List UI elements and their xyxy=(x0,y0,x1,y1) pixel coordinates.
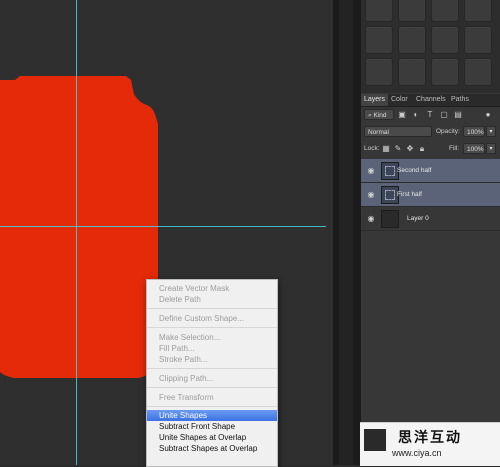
blend-row: Normal Opacity: 100% ▾ xyxy=(361,124,500,140)
adjustment-filter-icon[interactable]: ◐ xyxy=(411,110,421,120)
fill-dropdown[interactable]: ▾ xyxy=(486,143,496,154)
layer-0[interactable]: ◉ Layer 0 xyxy=(361,207,500,231)
fill-label: Fill: xyxy=(449,145,460,152)
swatch[interactable] xyxy=(365,58,393,86)
menu-separator xyxy=(147,406,277,407)
lock-all-icon[interactable]: 🔒︎ xyxy=(417,144,427,154)
fill-value: 100% xyxy=(467,146,484,153)
menu-item-free-transform[interactable]: Free Transform xyxy=(147,392,277,403)
blend-mode-select[interactable]: Normal xyxy=(364,126,432,137)
opacity-dropdown[interactable]: ▾ xyxy=(486,126,496,137)
eye-icon[interactable]: ◉ xyxy=(366,190,376,200)
tab-channels[interactable]: Channels xyxy=(413,94,449,106)
menu-item-subtract-front-shape[interactable]: Subtract Front Shape xyxy=(147,421,277,432)
opacity-field[interactable]: 100% xyxy=(463,126,485,137)
panel-tabs: Layers Color Channels Paths xyxy=(361,94,500,107)
watermark-chinese-text: 思洋互动 xyxy=(398,430,462,446)
opacity-label: Opacity: xyxy=(436,128,460,135)
menu-item-stroke-path[interactable]: Stroke Path... xyxy=(147,354,277,365)
menu-item-unite-shapes-at-overlap[interactable]: Unite Shapes at Overlap xyxy=(147,432,277,443)
shape-filter-icon[interactable]: ▢ xyxy=(439,110,449,120)
swatch[interactable] xyxy=(398,0,426,22)
eye-icon[interactable]: ◉ xyxy=(366,214,376,224)
swatch[interactable] xyxy=(464,58,492,86)
filter-toggle-icon[interactable]: ● xyxy=(483,110,493,120)
fill-field[interactable]: 100% xyxy=(463,143,485,154)
context-menu: Create Vector Mask Delete Path Define Cu… xyxy=(146,279,278,467)
layer-name: Second half xyxy=(397,167,432,174)
layer-name: Layer 0 xyxy=(407,215,429,222)
watermark: 思洋互动 www.ciya.cn xyxy=(360,422,500,466)
swatch[interactable] xyxy=(431,58,459,86)
tab-paths[interactable]: Paths xyxy=(448,94,472,106)
lock-image-icon[interactable]: ✎ xyxy=(393,144,403,154)
menu-item-subtract-shapes-at-overlap[interactable]: Subtract Shapes at Overlap xyxy=(147,443,277,454)
filter-kind-select[interactable]: ⌕ Kind xyxy=(364,109,394,120)
layer-name: First half xyxy=(397,191,422,198)
swatch[interactable] xyxy=(365,26,393,54)
menu-item-define-custom-shape[interactable]: Define Custom Shape... xyxy=(147,313,277,324)
lock-position-icon[interactable]: ✥ xyxy=(405,144,415,154)
layer-thumbnail xyxy=(381,210,399,228)
image-filter-icon[interactable]: ▣ xyxy=(397,110,407,120)
layer-filter-row: ⌕ Kind ▣ ◐ T ▢ ▤ ● xyxy=(361,107,500,123)
panel-divider xyxy=(333,0,361,465)
vertical-guide[interactable] xyxy=(76,0,77,465)
menu-separator xyxy=(147,387,277,388)
swatch[interactable] xyxy=(365,0,393,22)
filter-kind-label: Kind xyxy=(373,112,387,119)
menu-item-clipping-path[interactable]: Clipping Path... xyxy=(147,373,277,384)
menu-item-fill-path[interactable]: Fill Path... xyxy=(147,343,277,354)
menu-separator xyxy=(147,308,277,309)
blend-mode-value: Normal xyxy=(368,129,389,136)
menu-item-create-vector-mask[interactable]: Create Vector Mask xyxy=(147,283,277,294)
lock-row: Lock: ▦ ✎ ✥ 🔒︎ Fill: 100% ▾ xyxy=(361,141,500,157)
menu-separator xyxy=(147,327,277,328)
layer-second-half[interactable]: ◉ Second half xyxy=(361,159,500,183)
swatch[interactable] xyxy=(398,58,426,86)
swatch[interactable] xyxy=(398,26,426,54)
swatches-panel xyxy=(361,0,500,93)
watermark-url: www.ciya.cn xyxy=(392,448,442,458)
menu-item-make-selection[interactable]: Make Selection... xyxy=(147,332,277,343)
lock-label: Lock: xyxy=(364,145,380,152)
tab-layers[interactable]: Layers xyxy=(361,94,389,106)
swatch[interactable] xyxy=(464,26,492,54)
eye-icon[interactable]: ◉ xyxy=(366,166,376,176)
swatch[interactable] xyxy=(431,0,459,22)
lock-transparent-icon[interactable]: ▦ xyxy=(381,144,391,154)
menu-item-unite-shapes[interactable]: Unite Shapes xyxy=(147,410,277,421)
right-panel: Layers Color Channels Paths ⌕ Kind ▣ ◐ T… xyxy=(361,0,500,465)
panel-divider-inner xyxy=(339,0,353,465)
menu-separator xyxy=(147,368,277,369)
swatch[interactable] xyxy=(431,26,459,54)
layer-first-half[interactable]: ◉ First half xyxy=(361,183,500,207)
tab-color[interactable]: Color xyxy=(388,94,411,106)
watermark-logo xyxy=(364,429,386,451)
swatch[interactable] xyxy=(464,0,492,22)
opacity-value: 100% xyxy=(467,129,484,136)
menu-item-delete-path[interactable]: Delete Path xyxy=(147,294,277,305)
horizontal-guide[interactable] xyxy=(0,226,326,227)
type-filter-icon[interactable]: T xyxy=(425,110,435,120)
smart-object-filter-icon[interactable]: ▤ xyxy=(453,110,463,120)
